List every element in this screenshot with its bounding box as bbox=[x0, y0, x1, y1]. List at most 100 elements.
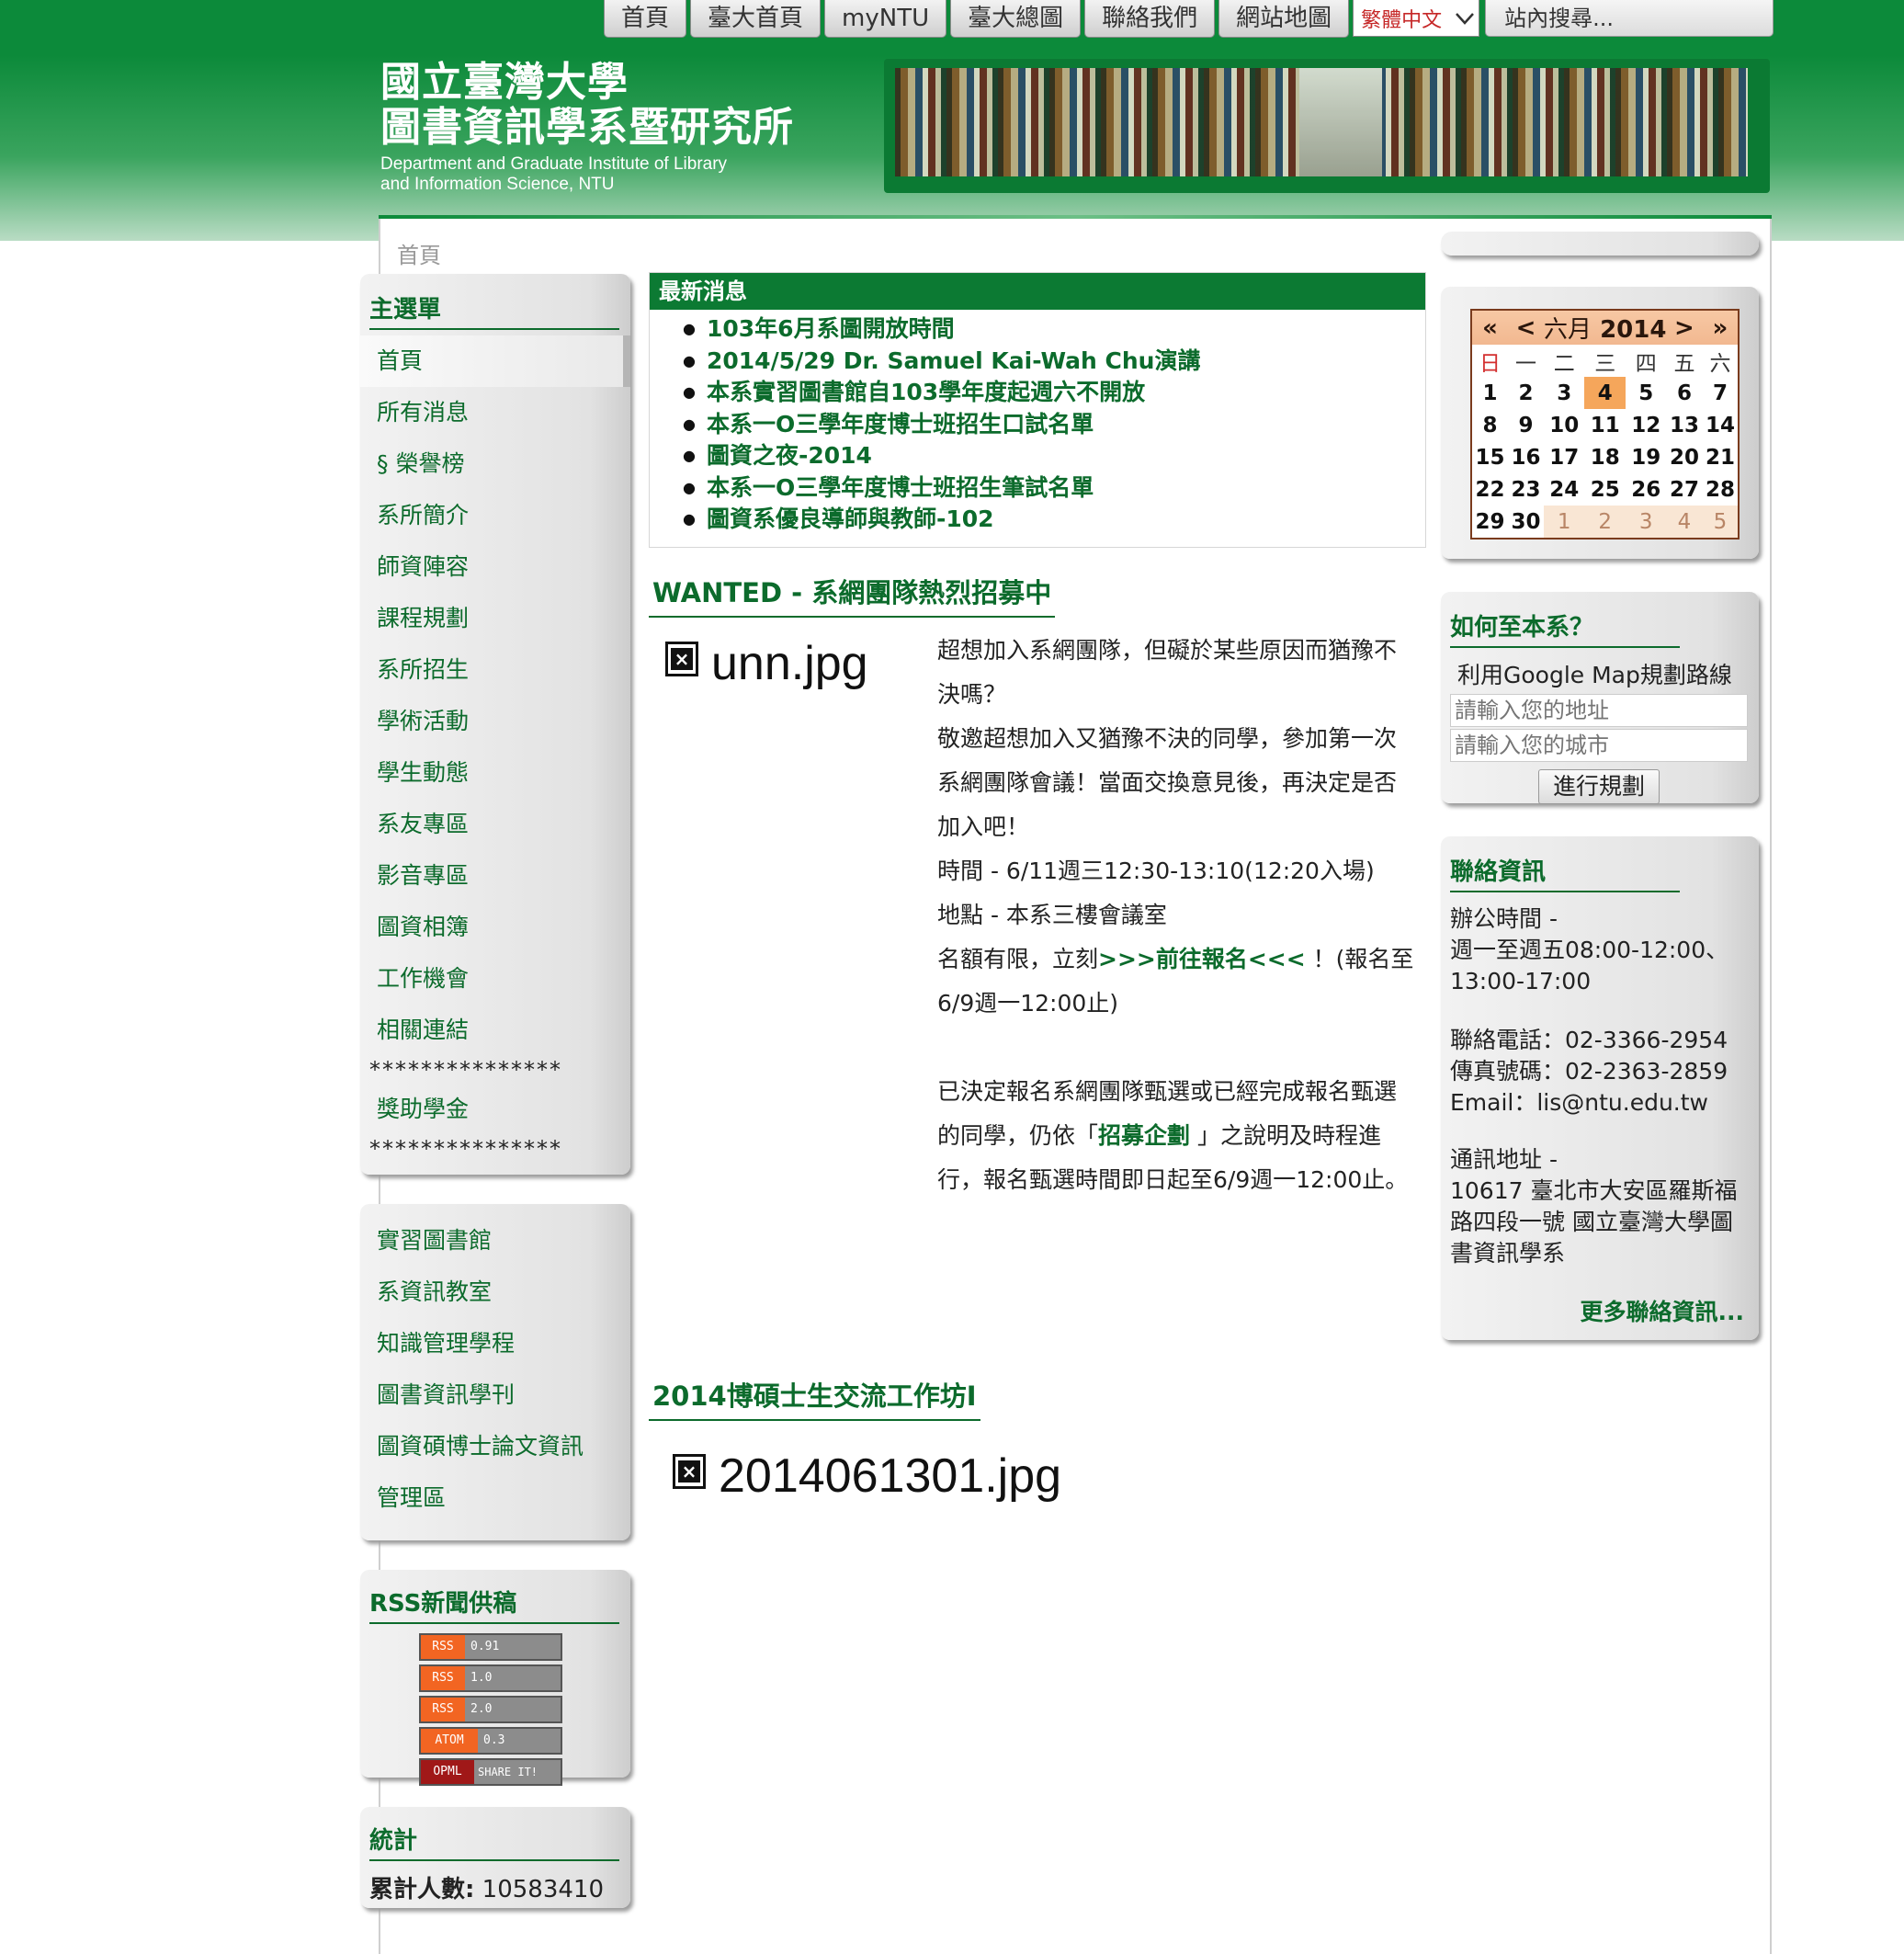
language-select[interactable]: 繁體中文 bbox=[1353, 0, 1480, 37]
calendar-day[interactable]: 29 bbox=[1471, 506, 1508, 539]
menu-item-albums[interactable]: 圖資相簿 bbox=[360, 902, 630, 953]
calendar-day[interactable]: 27 bbox=[1666, 473, 1702, 506]
menu-item-media[interactable]: 影音專區 bbox=[360, 850, 630, 902]
calendar-day[interactable]: 28 bbox=[1702, 473, 1739, 506]
article-image: × 2014061301.jpg bbox=[673, 1448, 1061, 1504]
calendar-day[interactable]: 1 bbox=[1471, 377, 1508, 409]
nav-home[interactable]: 首頁 bbox=[604, 0, 687, 38]
visitor-count-value: 10583410 bbox=[482, 1876, 605, 1903]
rss-badge-10[interactable]: RSS 1.0 bbox=[419, 1664, 562, 1692]
menu-item-faculty[interactable]: 師資陣容 bbox=[360, 541, 630, 593]
calendar-day[interactable]: 23 bbox=[1508, 473, 1544, 506]
calendar-day[interactable]: 21 bbox=[1702, 441, 1739, 473]
menu-item-links[interactable]: 相關連結 bbox=[360, 1005, 630, 1056]
calendar-day-today[interactable]: 4 bbox=[1584, 377, 1626, 409]
calendar-day[interactable]: 24 bbox=[1544, 473, 1584, 506]
calendar-next-month[interactable]: > bbox=[1666, 310, 1703, 345]
calendar-month-label: 六月 2014 bbox=[1544, 310, 1667, 345]
news-item[interactable]: 圖資系優良導師與教師-102 bbox=[683, 504, 1425, 536]
calendar-day[interactable]: 5 bbox=[1626, 377, 1666, 409]
address-input[interactable] bbox=[1450, 694, 1748, 727]
menu-item-practice-library[interactable]: 實習圖書館 bbox=[360, 1215, 630, 1267]
signup-link[interactable]: >>>前往報名<<< bbox=[1098, 946, 1306, 972]
menu-item-theses[interactable]: 圖資碩博士論文資訊 bbox=[360, 1421, 630, 1472]
calendar-day[interactable]: 11 bbox=[1584, 409, 1625, 441]
news-item[interactable]: 本系一О三學年度博士班招生口試名單 bbox=[683, 409, 1425, 441]
calendar-day[interactable]: 2 bbox=[1508, 377, 1544, 409]
news-item[interactable]: 本系一О三學年度博士班招生筆試名單 bbox=[683, 472, 1425, 505]
calendar-day[interactable]: 6 bbox=[1666, 377, 1702, 409]
news-item[interactable]: 本系實習圖書館自103學年度起週六不開放 bbox=[683, 377, 1425, 409]
calendar-next-year[interactable]: » bbox=[1702, 310, 1740, 345]
menu-item-admin[interactable]: 管理區 bbox=[360, 1472, 630, 1524]
article-paragraph: 名額有限，立刻>>>前往報名<<< ！(報名至6/9週一12:00止) bbox=[937, 946, 1414, 1017]
calendar-day-next-month[interactable]: 3 bbox=[1625, 506, 1667, 539]
calendar-prev-year[interactable]: « bbox=[1471, 310, 1508, 345]
menu-item-curriculum[interactable]: 課程規劃 bbox=[360, 593, 630, 644]
news-item[interactable]: 圖資之夜-2014 bbox=[683, 440, 1425, 472]
calendar-day[interactable]: 10 bbox=[1544, 409, 1584, 441]
nav-ntu-home[interactable]: 臺大首頁 bbox=[690, 0, 822, 38]
calendar-day[interactable]: 12 bbox=[1626, 409, 1666, 441]
calendar-day[interactable]: 22 bbox=[1471, 473, 1508, 506]
calendar-day[interactable]: 15 bbox=[1471, 441, 1508, 473]
rss-badge-20[interactable]: RSS 2.0 bbox=[419, 1696, 562, 1723]
calendar-prev-month[interactable]: < bbox=[1508, 310, 1544, 345]
broken-image-icon: × bbox=[673, 1454, 706, 1489]
calendar-day[interactable]: 7 bbox=[1702, 377, 1739, 409]
calendar-day[interactable]: 19 bbox=[1626, 441, 1666, 473]
site-logo[interactable]: 國立臺灣大學 圖書資訊學系暨研究所 Department and Graduat… bbox=[380, 61, 794, 195]
visitor-count-label: 累計人數: bbox=[369, 1876, 475, 1903]
menu-item-all-news[interactable]: 所有消息 bbox=[360, 387, 630, 438]
menu-item-home[interactable]: 首頁 bbox=[360, 335, 630, 387]
menu-item-computer-lab[interactable]: 系資訊教室 bbox=[360, 1267, 630, 1318]
menu-item-honor-roll[interactable]: § 榮譽榜 bbox=[360, 438, 630, 490]
nav-ntu-library[interactable]: 臺大總圖 bbox=[950, 0, 1082, 38]
fax-number: 傳真號碼：02-2363-2859 bbox=[1450, 1058, 1728, 1085]
image-alt-text: 2014061301.jpg bbox=[719, 1449, 1062, 1503]
atom-badge-03[interactable]: ATOM 0.3 bbox=[419, 1727, 562, 1755]
menu-item-about[interactable]: 系所簡介 bbox=[360, 490, 630, 541]
nav-sitemap[interactable]: 網站地圖 bbox=[1218, 0, 1350, 38]
calendar-day[interactable]: 18 bbox=[1584, 441, 1625, 473]
article-title[interactable]: WANTED - 系網團隊熱烈招募中 bbox=[649, 572, 1056, 618]
opml-badge[interactable]: OPML SHARE IT! bbox=[419, 1758, 562, 1786]
more-contact-link[interactable]: 更多聯絡資訊... bbox=[1581, 1294, 1745, 1327]
news-item[interactable]: 2014/5/29 Dr. Samuel Kai-Wah Chu演講 bbox=[683, 346, 1425, 378]
calendar-day[interactable]: 8 bbox=[1471, 409, 1508, 441]
breadcrumb[interactable]: 首頁 bbox=[397, 237, 441, 269]
menu-item-journal[interactable]: 圖書資訊學刊 bbox=[360, 1369, 630, 1421]
menu-item-km-program[interactable]: 知識管理學程 bbox=[360, 1318, 630, 1369]
article-title[interactable]: 2014博碩士生交流工作坊I bbox=[649, 1375, 980, 1421]
plan-route-button[interactable]: 進行規劃 bbox=[1538, 769, 1660, 804]
site-search-input[interactable]: 站內搜尋... bbox=[1485, 0, 1774, 37]
article-paragraph: 時間 - 6/11週三12:30-13:10(12:20入場) bbox=[937, 858, 1375, 884]
calendar-day[interactable]: 14 bbox=[1702, 409, 1739, 441]
nav-myntu[interactable]: myNTU bbox=[824, 0, 947, 38]
calendar-day[interactable]: 20 bbox=[1666, 441, 1702, 473]
calendar-day[interactable]: 16 bbox=[1508, 441, 1544, 473]
menu-item-scholarships[interactable]: 獎助學金 bbox=[360, 1084, 630, 1135]
calendar-day-next-month[interactable]: 2 bbox=[1584, 506, 1626, 539]
menu-item-admissions[interactable]: 系所招生 bbox=[360, 644, 630, 696]
nav-contact[interactable]: 聯絡我們 bbox=[1084, 0, 1216, 38]
calendar-day[interactable]: 30 bbox=[1508, 506, 1544, 539]
calendar-day[interactable]: 25 bbox=[1584, 473, 1625, 506]
calendar-day[interactable]: 3 bbox=[1544, 377, 1584, 409]
calendar-day[interactable]: 17 bbox=[1544, 441, 1584, 473]
menu-item-student-news[interactable]: 學生動態 bbox=[360, 747, 630, 799]
menu-item-jobs[interactable]: 工作機會 bbox=[360, 953, 630, 1005]
calendar-day[interactable]: 9 bbox=[1508, 409, 1544, 441]
calendar-day[interactable]: 26 bbox=[1626, 473, 1666, 506]
recruit-plan-link[interactable]: 招募企劃 bbox=[1098, 1122, 1190, 1149]
menu-item-alumni[interactable]: 系友專區 bbox=[360, 799, 630, 850]
calendar-day[interactable]: 13 bbox=[1666, 409, 1702, 441]
calendar-day-next-month[interactable]: 4 bbox=[1666, 506, 1703, 539]
menu-item-academic-events[interactable]: 學術活動 bbox=[360, 696, 630, 747]
news-item[interactable]: 103年6月系圖開放時間 bbox=[683, 313, 1425, 346]
city-input[interactable] bbox=[1450, 729, 1748, 762]
rss-badge-091[interactable]: RSS 0.91 bbox=[419, 1633, 562, 1661]
calendar-day-next-month[interactable]: 1 bbox=[1544, 506, 1585, 539]
calendar-day-next-month[interactable]: 5 bbox=[1702, 506, 1740, 539]
